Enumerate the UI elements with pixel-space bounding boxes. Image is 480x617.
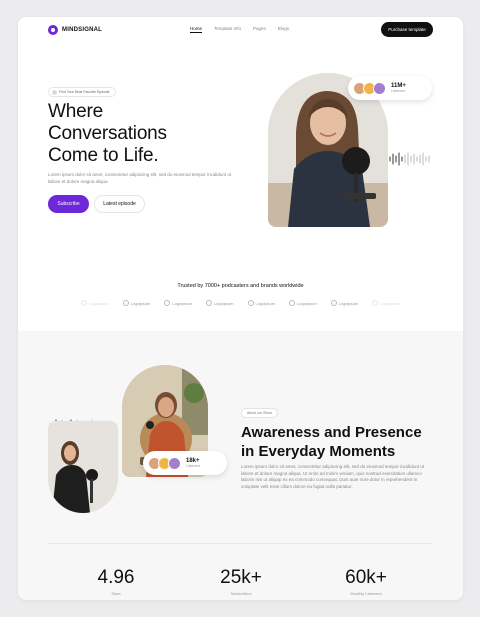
about-description: Lorem ipsum dolor sit amet, consectetur … — [241, 464, 425, 489]
about-listeners-badge: 18k+ Listeners — [143, 451, 227, 475]
partner-logo: Logoipsum — [372, 300, 400, 306]
brand-logo-icon — [330, 300, 337, 306]
hero-title-line-1: Where — [48, 101, 103, 122]
brand-logo-icon — [205, 300, 212, 306]
partner-logo: Logoipsum — [247, 300, 276, 306]
top-nav: MINDSIGNAL Home Template Info Pages Blog… — [18, 17, 463, 43]
avatar — [168, 456, 181, 470]
stat-stars: 4.96 Stars — [76, 567, 156, 596]
partner-logo-name: Logoipsum — [380, 300, 400, 306]
nav-link-home[interactable]: Home — [190, 26, 203, 33]
soundwave-icon — [389, 152, 430, 166]
stat-value: 25k+ — [220, 567, 262, 588]
partner-logo-name: Logoipsum — [297, 300, 317, 306]
subscribe-button[interactable]: Subscribe — [48, 195, 89, 213]
brand-logo-icon — [164, 300, 171, 306]
about-section: 18k+ Listeners About our Show Awareness … — [18, 331, 463, 600]
brand-logo-icon — [372, 300, 379, 306]
stat-label: Stars — [111, 591, 121, 596]
about-title: Awareness and Presence in Everyday Momen… — [241, 423, 422, 461]
hero-title-line-3: Come to Life. — [48, 145, 159, 166]
brand-name: MINDSIGNAL — [62, 27, 102, 33]
brand-logo-icon — [81, 300, 88, 306]
landing-page: MINDSIGNAL Home Template Info Pages Blog… — [18, 17, 463, 600]
stat-label: Monthly Listeners — [350, 591, 382, 596]
partner-logos: Logoipsum Logoipsum Logoipsum Logoipsum … — [18, 300, 463, 306]
hero-title: Where Conversations Come to Life. — [48, 101, 167, 167]
partner-logo: Logoipsum — [164, 300, 192, 306]
purchase-template-button[interactable]: Purchase template — [381, 22, 433, 37]
hero-description: Lorem ipsum dolor sit amet, consectetur … — [48, 172, 232, 184]
logo-mark-icon — [48, 25, 58, 35]
partner-logo: Logoipsum — [122, 300, 151, 306]
partner-logo-name: Logoipsum — [338, 300, 359, 306]
partner-logo: Logoipsum — [205, 300, 234, 306]
latest-episode-button[interactable]: Latest episode — [94, 195, 145, 213]
hero-chip-label: Find Your Most Favorite Episode — [59, 90, 110, 94]
section-divider — [48, 543, 433, 544]
host-photo-small — [48, 421, 118, 513]
brand-logo-icon — [289, 300, 296, 306]
listeners-text: 11M+ Listeners — [391, 83, 406, 93]
partner-logo: Logoipsum — [289, 300, 317, 306]
stat-subscribers: 25k+ Subscribers — [201, 567, 281, 596]
host-small-illustration — [48, 421, 118, 513]
partner-logo: Logoipsum — [330, 300, 359, 306]
partner-logo-name: Logoipsum — [89, 300, 109, 306]
partner-logo: Logoipsum — [81, 300, 109, 306]
about-chip: About our Show — [241, 408, 278, 418]
listeners-label: Listeners — [186, 464, 201, 468]
nav-link-blogs[interactable]: Blogs — [278, 26, 289, 33]
nav-link-pages[interactable]: Pages — [253, 26, 266, 33]
brand-logo-icon — [247, 300, 254, 306]
nav-link-template-info[interactable]: Template Info — [214, 26, 241, 33]
listeners-label: Listeners — [391, 89, 406, 93]
stat-label: Subscribers — [230, 591, 252, 596]
partner-logo-name: Logoipsum — [213, 300, 234, 306]
stat-monthly-listeners: 60k+ Monthly Listeners — [326, 567, 406, 596]
avatar — [373, 81, 386, 95]
partner-logo-name: Logoipsum — [172, 300, 192, 306]
headphone-icon: ♪ — [52, 89, 57, 95]
brand-logo[interactable]: MINDSIGNAL — [48, 25, 102, 35]
listener-avatars — [148, 456, 181, 470]
listener-avatars — [353, 81, 386, 95]
stat-value: 60k+ — [345, 567, 387, 588]
stats-row: 4.96 Stars 25k+ Subscribers 60k+ Monthly… — [76, 567, 406, 596]
hero-chip: ♪ Find Your Most Favorite Episode — [48, 87, 116, 97]
about-title-line-1: Awareness and Presence — [241, 424, 422, 441]
partner-logo-name: Logoipsum — [130, 300, 151, 306]
brand-logo-icon — [122, 300, 129, 306]
trusted-heading: Trusted by 7000+ podcasters and brands w… — [177, 283, 304, 289]
hero-listeners-badge: 11M+ Listeners — [348, 76, 432, 100]
partner-logo-name: Logoipsum — [255, 300, 276, 306]
hero-title-line-2: Conversations — [48, 123, 167, 144]
nav-links: Home Template Info Pages Blogs — [190, 26, 289, 33]
stat-value: 4.96 — [97, 567, 135, 588]
about-title-line-2: in Everyday Moments — [241, 443, 396, 460]
listeners-text: 18k+ Listeners — [186, 458, 200, 468]
